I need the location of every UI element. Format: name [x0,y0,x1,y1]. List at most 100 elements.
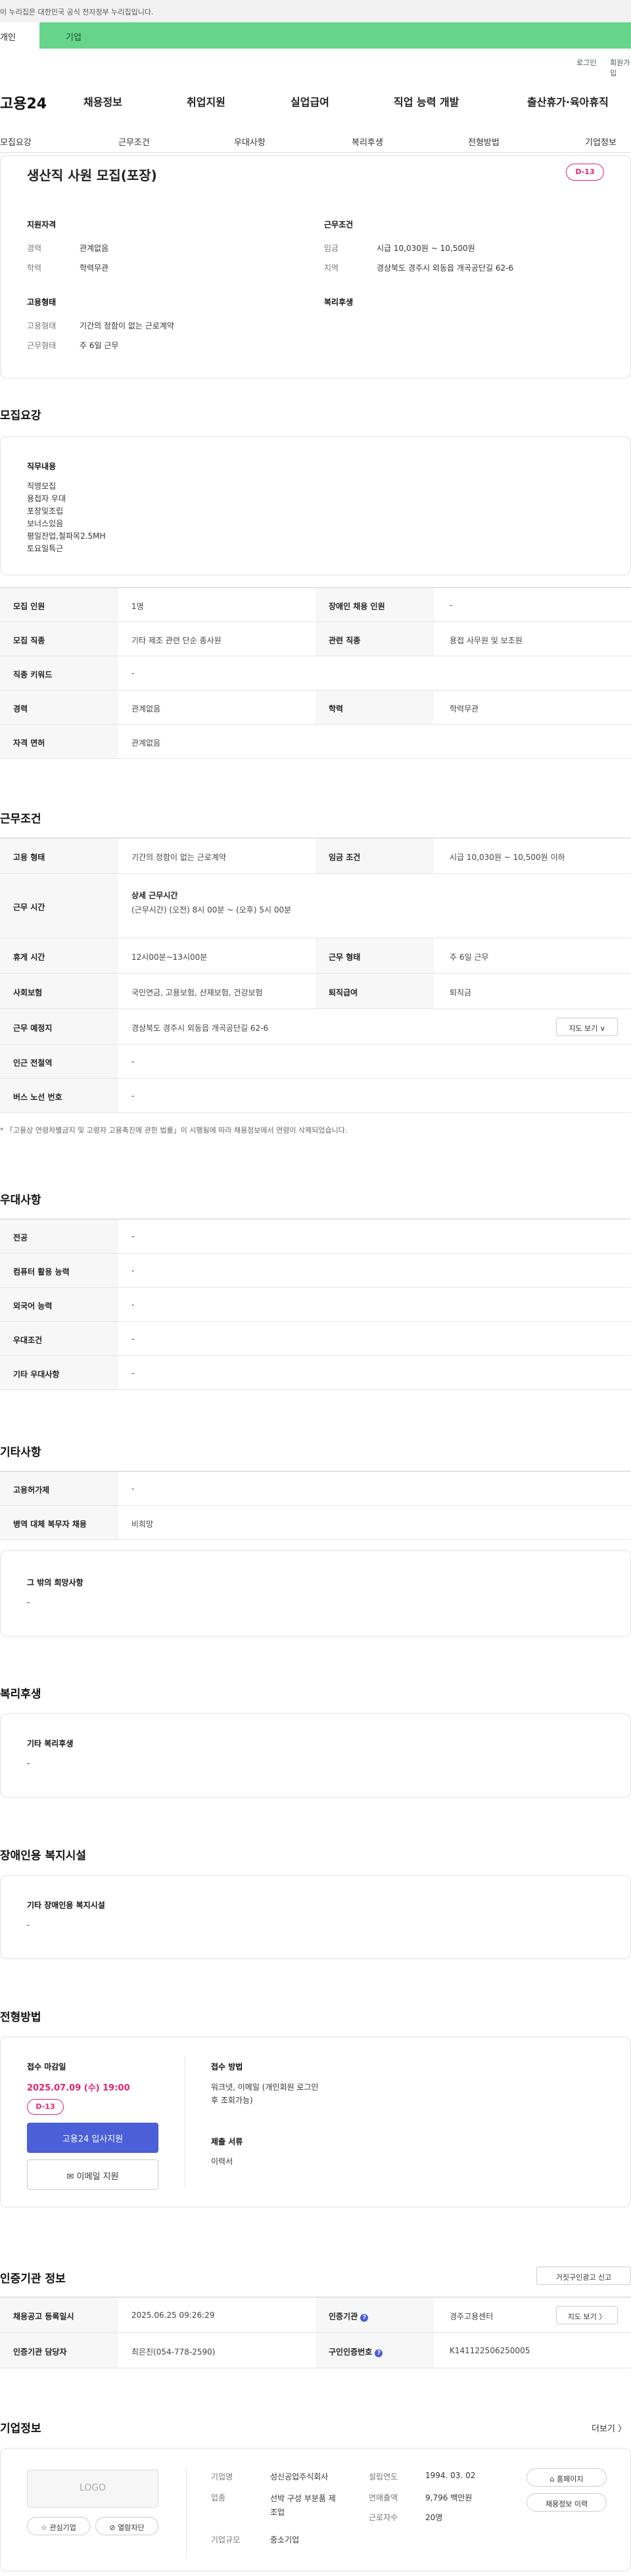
welfare-sub-heading: 기타 복리후생 [27,1739,74,1748]
industry-value: 선박 구성 부분품 제조업 [270,2494,336,2517]
row-header: 모집 직종 [0,622,118,656]
block-company-button[interactable]: ⊘ 열람차단 [95,2517,158,2535]
career-value: 관계없음 [80,244,109,253]
established-label: 설립연도 [369,2472,398,2481]
revenue-label: 연매출액 [369,2493,398,2502]
duty-line: 토요일특근 [27,544,64,553]
agency-label: 인증기관 [329,2312,358,2321]
row-value: 12시00분~13시00분 [131,953,208,962]
table-row: 경력 관계없음 학력 학력무관 [0,690,631,725]
company-heading: 기업정보 [0,2422,41,2435]
tab-person[interactable]: 개인 [0,22,39,49]
homepage-button[interactable]: ⌂ 홈페이지 [526,2468,607,2487]
row-value: 기타 제조 관련 단순 종사원 [131,636,222,645]
homepage-label: 홈페이지 [557,2475,584,2483]
info-icon[interactable]: ? [375,2349,383,2357]
map-view-button[interactable]: 지도 보기 ∨ [556,1018,618,1036]
dday-badge: D-13 [566,164,604,181]
welfare-section-heading: 복리후생 [0,1688,41,1701]
recruit-history-button[interactable]: 채용정보 이력 [526,2493,607,2512]
emp-value: 기간의 정함이 없는 근로계약 [80,321,174,330]
row-header: 장애인 채용 인원 [316,588,434,621]
site-logo[interactable]: 고용24 [0,92,47,113]
subnav-recruit[interactable]: 모집요강 [0,135,32,148]
row-header: 외국어 능력 [0,1288,118,1321]
row-header: 임금 조건 [316,838,434,873]
table-row: 병역 대체 복무자 채용 비희망 [0,1506,631,1540]
info-icon[interactable]: ? [360,2314,369,2322]
gnb-parental-leave[interactable]: 출산휴가·육아휴직 [527,93,609,109]
table-row: 외국어 능력 - [0,1288,631,1322]
row-header: 버스 노선 번호 [0,1079,118,1112]
row-header: 우대조건 [0,1322,118,1355]
subnav-screening[interactable]: 전형방법 [468,135,500,148]
row-value: (근무시간) (오전) 8시 00분 ~ (오후) 5시 00분 [131,905,292,915]
worktype-value: 주 6일 근무 [80,341,119,350]
row-header: 인근 전철역 [0,1045,118,1078]
email-apply-button[interactable]: ✉ 이메일 지원 [27,2159,158,2190]
dday-badge: D-13 [27,2099,64,2115]
table-row: 모집 직종 기타 제조 관련 단순 종사원 관련 직종 용접 사무원 및 보조원 [0,622,631,656]
row-value: - [131,1368,135,1378]
gnb-jobs[interactable]: 채용정보 [83,93,122,109]
preference-heading: 우대사항 [0,1194,41,1207]
row-header: 고용허가제 [0,1472,118,1505]
row-value: 관계없음 [131,738,161,748]
subnav-preference[interactable]: 우대사항 [234,135,266,148]
cert-no-label: 구인인증번호 [329,2347,373,2357]
agency-map-button[interactable]: 지도 보기 〉 [556,2306,618,2324]
row-value: 국민연금, 고용보험, 산재보험, 건강보험 [131,988,263,997]
tab-company[interactable]: 기업 [39,22,631,49]
apply-button[interactable]: 고용24 입사지원 [27,2123,158,2153]
gnb-unemployment[interactable]: 실업급여 [291,93,329,109]
disability-value: - [27,1920,30,1930]
report-fake-ad-button[interactable]: 거짓구인광고 신고 [536,2267,631,2285]
favorite-company-button[interactable]: ☆ 관심기업 [27,2517,90,2535]
etc-heading: 기타사항 [0,1446,41,1459]
duty-line: 보너스있음 [27,519,64,528]
row-header: 인증기관 ? [316,2297,434,2332]
row-value: - [450,600,453,610]
row-value: 학력무관 [450,704,479,713]
table-row: 채용공고 등록일시 2025.06.25 09:26:29 인증기관 ? 경주고… [0,2297,631,2333]
subnav-welfare[interactable]: 복리후생 [352,135,383,148]
row-header: 퇴직급여 [316,974,434,1008]
loc-label: 지역 [324,263,339,273]
join-link[interactable]: 회원가입 [610,57,631,78]
subnav-company[interactable]: 기업정보 [585,135,617,148]
company-logo: LOGO [27,2470,158,2508]
duty-heading: 직무내용 [27,462,57,471]
row-value: 용접 사무원 및 보조원 [450,636,523,645]
row-value: 관계없음 [131,704,161,713]
row-value: - [131,1484,135,1493]
table-row: 근무 시간 상세 근무시간 (근무시간) (오전) 8시 00분 ~ (오후) … [0,874,631,938]
duty-line: 포장및조립 [27,507,64,516]
row-value: - [131,1232,135,1241]
gnb-training[interactable]: 직업 능력 개발 [394,93,459,109]
worktype-label: 근무형태 [27,341,57,350]
login-link[interactable]: 로그인 [576,57,596,68]
row-header: 자격 면허 [0,725,118,758]
row-header: 병역 대체 복무자 채용 [0,1506,118,1539]
company-card: LOGO ☆ 관심기업 ⊘ 열람차단 기업명 성신공업주식회사 업종 선박 구성… [0,2448,631,2571]
duty-line: 직영모집 [27,482,57,491]
method-value: 워크넷, 이메일 (개인회원 로그인 후 조회가능) [211,2083,319,2105]
company-more-link[interactable]: 더보기 〉 [592,2422,626,2434]
row-header: 근무 예정지 [0,1009,118,1044]
cert-heading: 인증기관 정보 [0,2272,66,2286]
user-type-tabs: 개인 기업 [0,22,631,49]
table-row: 휴게 시간 12시00분~13시00분 근무 형태 주 6일 근무 [0,938,631,974]
loc-value: 경상북도 경주시 외동읍 개곡공단길 62-6 [377,263,514,273]
gnb-employment-support[interactable]: 취업지원 [187,93,225,109]
deadline-value: 2025.07.09 (수) 19:00 [27,2083,130,2093]
duty-content: 직영모집 용접자 우대 포장및조립 보너스있음 평일잔업,철파목2.5MH 토요… [27,480,106,555]
job-title: 생산직 사원 모집(포장) [27,168,157,183]
row-value: 비희망 [131,1520,154,1529]
row-header: 관련 직종 [316,622,434,656]
welfare-value: - [27,1759,30,1768]
subnav-condition[interactable]: 근무조건 [118,135,150,148]
row-value: 1명 [131,602,144,611]
row-header: 전공 [0,1219,118,1253]
table-row: 컴퓨터 활용 능력 - [0,1254,631,1288]
row-value: 기간의 정함이 없는 근로계약 [131,853,226,862]
